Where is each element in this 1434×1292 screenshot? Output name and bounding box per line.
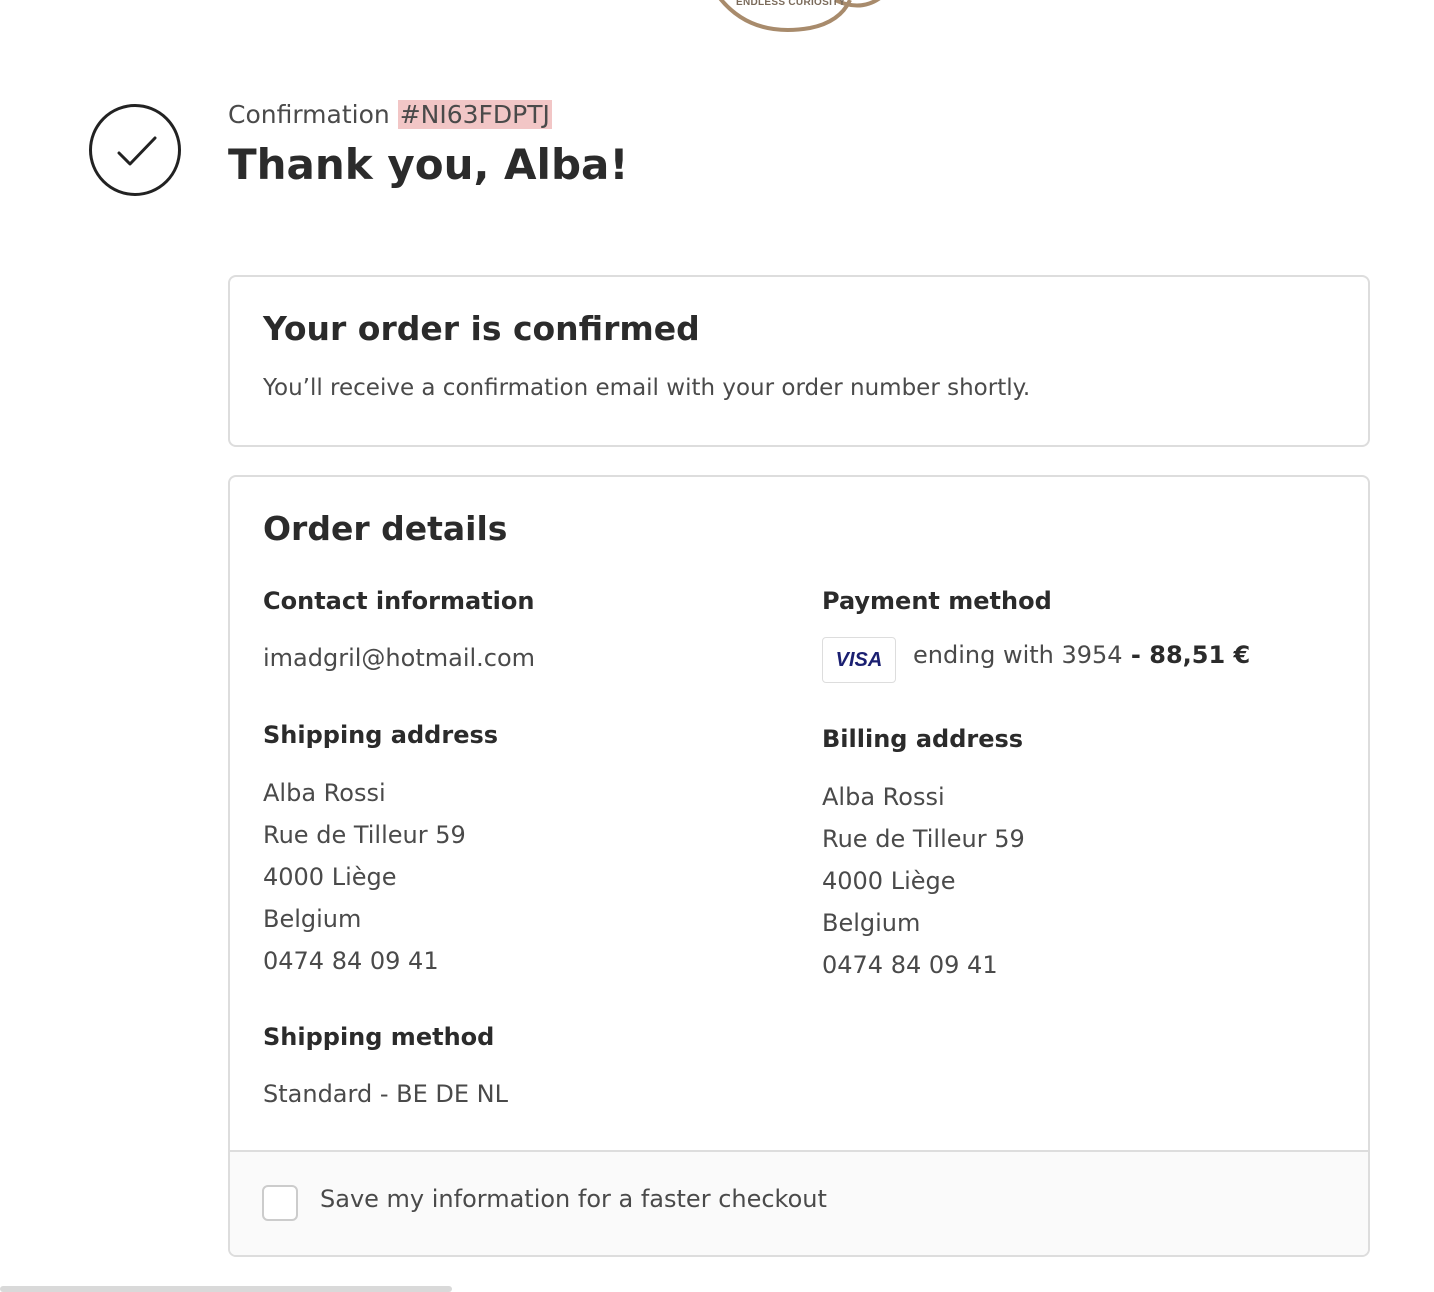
horizontal-scrollbar[interactable] [0, 1286, 452, 1292]
order-confirmed-text: You’ll receive a confirmation email with… [263, 375, 1031, 401]
contact-information-label: Contact information [263, 587, 535, 615]
shipping-address-line: Rue de Tilleur 59 [263, 821, 466, 849]
check-circle-icon [89, 104, 181, 196]
billing-address-lines: Alba Rossi Rue de Tilleur 59 4000 Liège … [822, 776, 1025, 986]
shipping-address-label: Shipping address [263, 721, 499, 749]
shipping-address-line: Belgium [263, 905, 362, 933]
billing-address-line: 0474 84 09 41 [822, 951, 998, 979]
billing-address-label: Billing address [822, 725, 1024, 753]
billing-address-line: Alba Rossi [822, 783, 945, 811]
logo-tagline: ENDLESS CURIOSITY [736, 0, 846, 8]
billing-address-line: Belgium [822, 909, 921, 937]
thank-you-heading: Thank you, Alba! [228, 140, 629, 189]
confirmation-line: Confirmation #NI63FDPTJ [228, 100, 552, 129]
shipping-method-label: Shipping method [263, 1023, 495, 1051]
payment-method-label: Payment method [822, 587, 1052, 615]
shipping-address-line: Alba Rossi [263, 779, 386, 807]
save-information-bar: Save my information for a faster checkou… [230, 1150, 1368, 1255]
billing-address-line: 4000 Liège [822, 867, 956, 895]
order-confirmed-card: Your order is confirmed You’ll receive a… [228, 275, 1370, 447]
visa-card-icon: VISA [822, 637, 896, 683]
payment-total: 88,51 € [1149, 641, 1251, 669]
contact-email: imadgril@hotmail.com [263, 644, 536, 672]
confirmation-number: #NI63FDPTJ [397, 100, 552, 129]
order-details-card: Order details Contact information imadgr… [228, 475, 1370, 1257]
payment-card-ending: ending with 3954 [913, 641, 1123, 669]
payment-separator: - [1122, 641, 1150, 669]
visa-brand-text: VISA [835, 649, 883, 671]
payment-details: ending with 3954 - 88,51 € [913, 641, 1250, 669]
billing-address-line: Rue de Tilleur 59 [822, 825, 1025, 853]
shipping-address-lines: Alba Rossi Rue de Tilleur 59 4000 Liège … [263, 772, 466, 982]
order-confirmation-page: ENDLESS CURIOSITY Confirmation #NI63FDPT… [0, 0, 1434, 1292]
save-information-label[interactable]: Save my information for a faster checkou… [320, 1185, 827, 1213]
confirmation-label: Confirmation [228, 100, 390, 129]
shipping-address-line: 0474 84 09 41 [263, 947, 439, 975]
shipping-address-line: 4000 Liège [263, 863, 397, 891]
order-confirmed-title: Your order is confirmed [263, 309, 700, 348]
order-details-title: Order details [263, 509, 508, 548]
shipping-method-value: Standard - BE DE NL [263, 1080, 508, 1108]
save-information-checkbox[interactable] [262, 1185, 298, 1221]
